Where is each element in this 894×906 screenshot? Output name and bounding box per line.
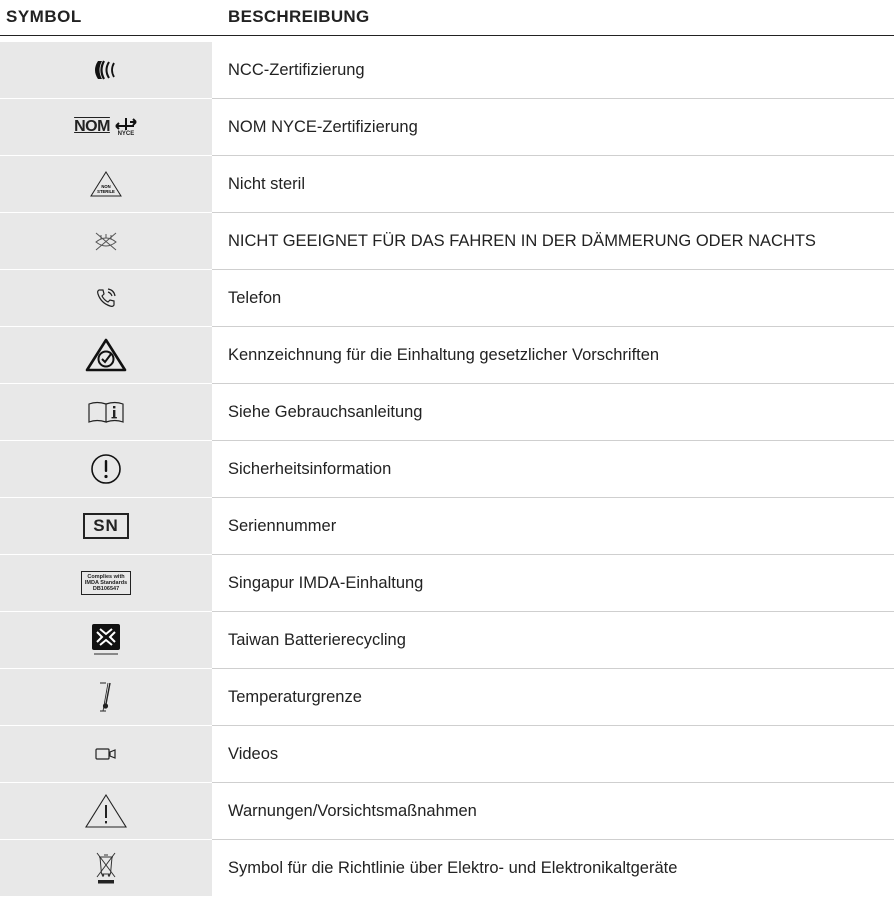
warning-icon xyxy=(84,793,128,829)
manual-info-icon xyxy=(87,400,125,424)
nom-nyce-icon: NOM NYCE xyxy=(74,117,138,137)
row-description: Warnungen/Vorsichtsmaßnahmen xyxy=(228,801,477,820)
symbol-column-header: SYMBOL xyxy=(6,7,82,26)
rcm-icon xyxy=(85,338,127,372)
row-description: NICHT GEEIGNET FÜR DAS FAHREN IN DER DÄM… xyxy=(228,231,816,250)
row-description: Telefon xyxy=(228,288,282,307)
non-sterile-icon: NON STERILE xyxy=(89,170,123,198)
phone-icon xyxy=(95,287,117,309)
table-row: SN Seriennummer xyxy=(0,498,894,555)
not-for-night-driving-icon xyxy=(93,230,119,252)
row-description: Videos xyxy=(228,744,279,763)
table-header: SYMBOL BESCHREIBUNG xyxy=(0,0,894,36)
video-icon xyxy=(95,747,117,761)
table-row: Sicherheitsinformation xyxy=(0,441,894,498)
imda-icon: Complies with IMDA Standards DB106547 xyxy=(80,571,132,595)
row-description: Siehe Gebrauchsanleitung xyxy=(228,402,423,421)
ncc-icon xyxy=(92,59,120,81)
description-column-header: BESCHREIBUNG xyxy=(228,7,370,26)
row-description: Taiwan Batterierecycling xyxy=(228,630,406,649)
nyce-label: NYCE xyxy=(117,131,135,137)
row-description: Seriennummer xyxy=(228,516,337,535)
table-row: Kennzeichnung für die Einhaltung gesetzl… xyxy=(0,327,894,384)
table-row: Complies with IMDA Standards DB106547 Si… xyxy=(0,555,894,612)
row-description: NOM NYCE-Zertifizierung xyxy=(228,117,418,136)
serial-number-icon: SN xyxy=(83,513,129,539)
weee-icon xyxy=(95,851,117,885)
temperature-limit-icon xyxy=(96,680,116,714)
table-row: Taiwan Batterierecycling xyxy=(0,612,894,669)
table-row: Temperaturgrenze xyxy=(0,669,894,726)
table-row: NON STERILE Nicht steril xyxy=(0,156,894,213)
symbol-table-page: SYMBOL BESCHREIBUNG NCC-Zertifizierung N… xyxy=(0,0,894,906)
svg-text:STERILE: STERILE xyxy=(97,189,115,194)
table-row: Warnungen/Vorsichtsmaßnahmen xyxy=(0,783,894,840)
row-description: Temperaturgrenze xyxy=(228,687,362,706)
safety-info-icon xyxy=(89,452,123,486)
table-row: Videos xyxy=(0,726,894,783)
table-row: NICHT GEEIGNET FÜR DAS FAHREN IN DER DÄM… xyxy=(0,213,894,270)
taiwan-battery-recycling-icon xyxy=(90,622,122,658)
row-description: Singapur IMDA-Einhaltung xyxy=(228,573,424,592)
table-row: Siehe Gebrauchsanleitung xyxy=(0,384,894,441)
row-description: NCC-Zertifizierung xyxy=(228,60,365,79)
table-row: NCC-Zertifizierung xyxy=(0,42,894,99)
row-description: Sicherheitsinformation xyxy=(228,459,392,478)
table-row: Telefon xyxy=(0,270,894,327)
table-row: NOM NYCE NOM NYCE-Zertifizierung xyxy=(0,99,894,156)
nom-label: NOM xyxy=(74,118,110,135)
row-description: Symbol für die Richtlinie über Elektro- … xyxy=(228,858,678,877)
symbol-table-body: NCC-Zertifizierung NOM NYCE NOM NYCE-Zer… xyxy=(0,42,894,897)
table-row: Symbol für die Richtlinie über Elektro- … xyxy=(0,840,894,897)
row-description: Nicht steril xyxy=(228,174,306,193)
row-description: Kennzeichnung für die Einhaltung gesetzl… xyxy=(228,345,660,364)
